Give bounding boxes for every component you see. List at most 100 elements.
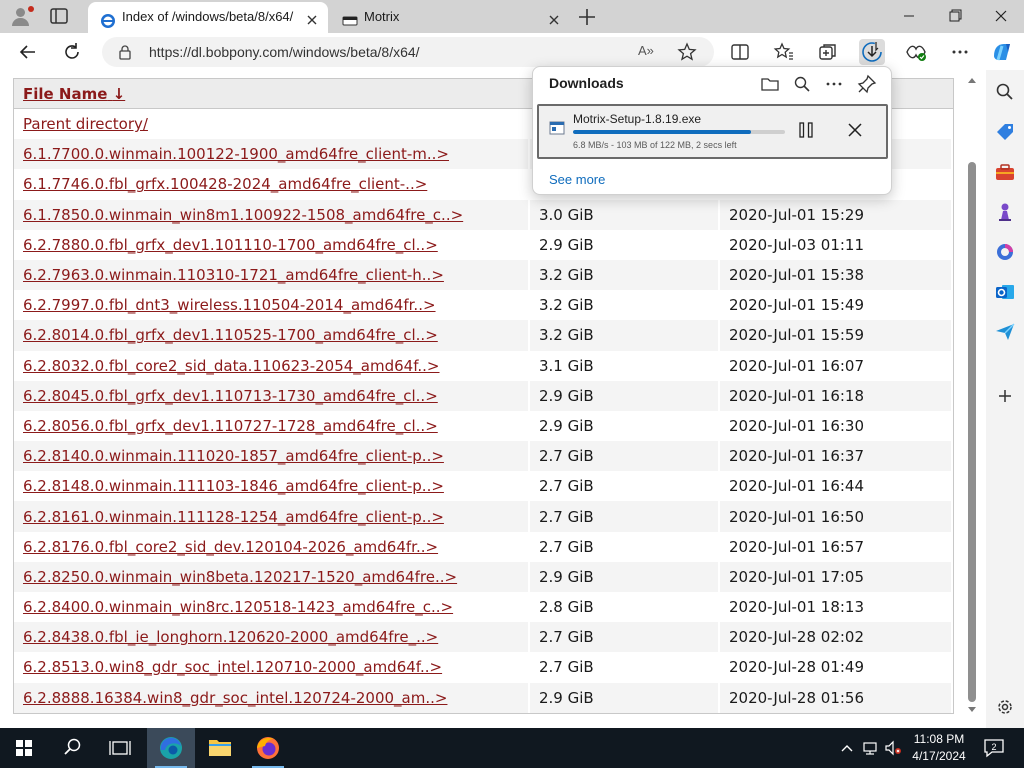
pin-panel-icon[interactable] (856, 73, 878, 95)
taskbar-file-explorer-icon[interactable] (196, 728, 244, 768)
sidebar-settings-gear-icon[interactable] (993, 695, 1017, 719)
file-name-cell: 6.2.8032.0.fbl_core2_sid_data.110623-205… (14, 350, 530, 381)
file-size-cell: 3.0 GiB (530, 199, 720, 230)
file-size-cell: 2.7 GiB (530, 531, 720, 562)
table-row: 6.2.8250.0.winmain_win8beta.120217-1520_… (14, 561, 953, 592)
file-size-cell: 3.2 GiB (530, 259, 720, 291)
file-name-cell: 6.2.8438.0.fbl_ie_longhorn.120620-2000_a… (14, 622, 530, 653)
pause-icon[interactable] (796, 120, 816, 140)
download-filename[interactable]: Motrix-Setup-1.8.19.exe (573, 112, 701, 126)
table-row: 6.2.8014.0.fbl_grfx_dev1.110525-1700_amd… (14, 320, 953, 351)
new-tab-icon[interactable] (576, 6, 598, 28)
file-link[interactable]: 6.2.8176.0.fbl_core2_sid_dev.120104-2026… (23, 538, 438, 556)
cancel-download-icon[interactable] (845, 120, 865, 140)
file-link[interactable]: 6.2.8161.0.winmain.111128-1254_amd64fre_… (23, 508, 444, 526)
volume-muted-icon[interactable] (884, 740, 902, 756)
file-link[interactable]: 6.2.7963.0.winmain.110310-1721_amd64fre_… (23, 266, 444, 284)
file-link[interactable]: 6.2.8056.0.fbl_grfx_dev1.110727-1728_amd… (23, 417, 438, 435)
read-aloud-icon[interactable]: A» (638, 43, 660, 61)
file-link[interactable]: 6.2.8014.0.fbl_grfx_dev1.110525-1700_amd… (23, 326, 438, 344)
show-hidden-icons-icon[interactable] (838, 740, 856, 756)
tab-index-of[interactable]: Index of /windows/beta/8/x64/ (88, 2, 328, 33)
file-link[interactable]: 6.2.7997.0.fbl_dnt3_wireless.110504-2014… (23, 296, 436, 314)
minimize-icon[interactable] (896, 4, 922, 28)
downloads-icon[interactable] (859, 39, 885, 65)
scrollbar-thumb[interactable] (968, 162, 976, 702)
address-bar[interactable]: https://dl.bobpony.com/windows/beta/8/x6… (102, 37, 714, 67)
scroll-down-icon[interactable] (968, 707, 976, 712)
games-chess-icon[interactable] (993, 200, 1017, 224)
browser-essentials-icon[interactable] (903, 39, 929, 65)
back-arrow-icon[interactable] (15, 39, 41, 65)
file-date-cell: 2020-Jul-01 16:50 (720, 501, 953, 532)
file-size-cell: 2.9 GiB (530, 380, 720, 411)
taskbar-firefox-icon[interactable] (244, 728, 292, 768)
url-text[interactable]: https://dl.bobpony.com/windows/beta/8/x6… (149, 37, 420, 67)
favorites-icon[interactable] (771, 39, 797, 65)
outlook-icon[interactable] (993, 280, 1017, 304)
tools-briefcase-icon[interactable] (993, 160, 1017, 184)
network-icon[interactable] (861, 740, 879, 756)
file-link[interactable]: 6.2.8148.0.winmain.111103-1846_amd64fre_… (23, 477, 444, 495)
page-scrollbar[interactable] (964, 70, 980, 720)
file-link[interactable]: 6.2.8250.0.winmain_win8beta.120217-1520_… (23, 568, 457, 586)
file-date-cell: 2020-Jul-01 15:59 (720, 320, 953, 351)
taskbar-search-icon[interactable] (48, 728, 96, 768)
tab-title: Motrix (364, 9, 400, 24)
tab-close-icon[interactable] (304, 9, 320, 25)
file-link[interactable]: 6.1.7700.0.winmain.100122-1900_amd64fre_… (23, 145, 449, 163)
file-link[interactable]: 6.2.8400.0.winmain_win8rc.120518-1423_am… (23, 598, 453, 616)
file-link[interactable]: 6.2.8438.0.fbl_ie_longhorn.120620-2000_a… (23, 628, 438, 646)
split-screen-icon[interactable] (727, 39, 753, 65)
file-link[interactable]: 6.2.8045.0.fbl_grfx_dev1.110713-1730_amd… (23, 387, 438, 405)
file-date-cell: 2020-Jul-01 16:07 (720, 350, 953, 381)
restore-icon[interactable] (942, 4, 968, 28)
parent-directory-link[interactable]: Parent directory/ (23, 115, 148, 133)
microsoft-365-icon[interactable] (993, 240, 1017, 264)
file-link[interactable]: 6.2.8888.16384.win8_gdr_soc_intel.120724… (23, 689, 447, 707)
tab-strip: Index of /windows/beta/8/x64/ Motrix (0, 0, 1024, 33)
refresh-icon[interactable] (59, 39, 85, 65)
file-name-cell: 6.2.8888.16384.win8_gdr_soc_intel.120724… (14, 682, 530, 713)
search-downloads-icon[interactable] (791, 73, 813, 95)
file-size-cell: 2.9 GiB (530, 229, 720, 260)
start-button-icon[interactable] (0, 728, 48, 768)
tab-motrix[interactable]: Motrix (330, 2, 570, 33)
file-name-cell: 6.2.8161.0.winmain.111128-1254_amd64fre_… (14, 501, 530, 532)
table-row: 6.2.8513.0.win8_gdr_soc_intel.120710-200… (14, 652, 953, 683)
file-name-sort-link[interactable]: File Name ↓ (23, 85, 125, 103)
collections-icon[interactable] (815, 39, 841, 65)
downloads-more-icon[interactable] (823, 73, 845, 95)
close-window-icon[interactable] (988, 4, 1014, 28)
file-date-cell: 2020-Jul-28 01:56 (720, 682, 953, 713)
taskbar-clock[interactable]: 11:08 PM 4/17/2024 (904, 731, 974, 765)
favorite-star-icon[interactable] (676, 41, 698, 63)
open-folder-icon[interactable] (759, 73, 781, 95)
tab-actions-icon[interactable] (49, 7, 69, 25)
file-link[interactable]: 6.1.7746.0.fbl_grfx.100428-2024_amd64fre… (23, 175, 427, 193)
downloads-panel: Downloads Motrix-Setup-1.8.19.exe 6.8 MB… (532, 66, 892, 195)
drop-send-icon[interactable] (993, 320, 1017, 344)
notification-count: 2 (991, 742, 996, 752)
lock-icon[interactable] (118, 44, 132, 60)
file-link[interactable]: 6.2.8140.0.winmain.111020-1857_amd64fre_… (23, 447, 444, 465)
taskbar-edge-icon[interactable] (147, 728, 195, 768)
see-more-link[interactable]: See more (549, 172, 605, 187)
tab-close-icon[interactable] (546, 9, 562, 25)
add-sidebar-app-icon[interactable] (993, 384, 1017, 408)
scroll-up-icon[interactable] (968, 78, 976, 83)
copilot-icon[interactable] (988, 38, 1016, 66)
file-size-cell: 3.2 GiB (530, 320, 720, 351)
profile-avatar-icon[interactable] (8, 4, 34, 28)
table-row: 6.2.8045.0.fbl_grfx_dev1.110713-1730_amd… (14, 380, 953, 411)
file-link[interactable]: 6.2.8513.0.win8_gdr_soc_intel.120710-200… (23, 658, 442, 676)
shopping-tag-icon[interactable] (993, 120, 1017, 144)
more-options-icon[interactable] (947, 39, 973, 65)
search-icon[interactable] (993, 80, 1017, 104)
download-item[interactable]: Motrix-Setup-1.8.19.exe 6.8 MB/s - 103 M… (537, 104, 888, 159)
notification-center-icon[interactable]: 2 (982, 738, 1006, 758)
task-view-icon[interactable] (96, 728, 144, 768)
file-link[interactable]: 6.2.7880.0.fbl_grfx_dev1.101110-1700_amd… (23, 236, 438, 254)
file-link[interactable]: 6.1.7850.0.winmain_win8m1.100922-1508_am… (23, 206, 463, 224)
file-link[interactable]: 6.2.8032.0.fbl_core2_sid_data.110623-205… (23, 357, 440, 375)
